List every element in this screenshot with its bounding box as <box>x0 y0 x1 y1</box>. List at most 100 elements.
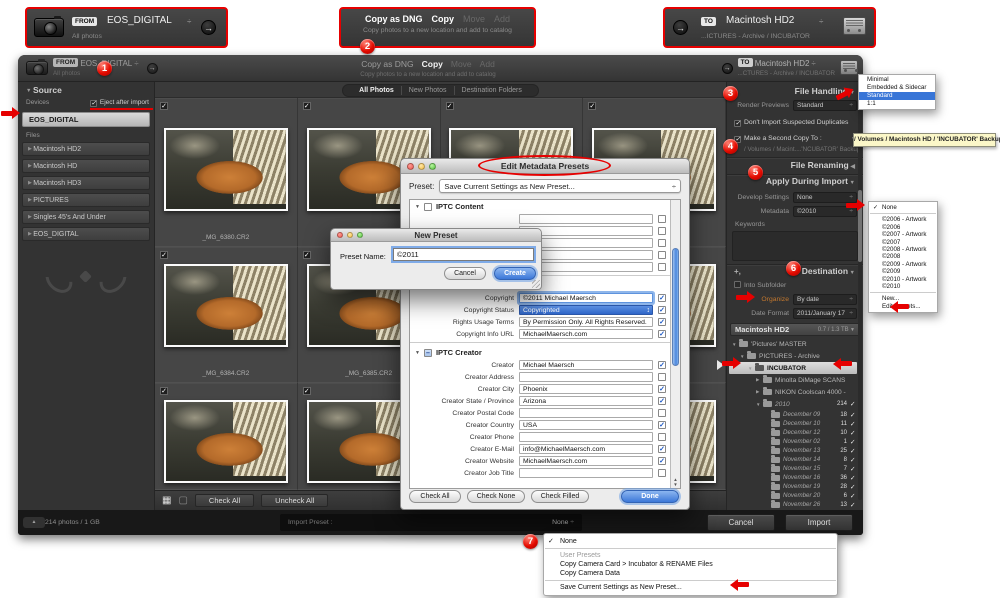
destination-folder-row[interactable]: December 12 10 <box>729 428 857 437</box>
source-panel-header[interactable]: Source <box>26 85 62 95</box>
folder-include-checkbox[interactable] <box>850 447 857 455</box>
destination-folder-row[interactable]: December 10 11 <box>729 419 857 428</box>
import-mode-option[interactable]: Copy <box>431 14 454 24</box>
menu-item[interactable]: ©2009 - Artwork <box>869 261 937 268</box>
disclosure-icon[interactable] <box>756 402 763 407</box>
zoom-icon[interactable] <box>429 163 436 170</box>
photo-include-checkbox[interactable] <box>303 102 311 110</box>
destination-folder-row[interactable]: NIKON Coolscan 4000 - ... <box>729 386 857 398</box>
field-input[interactable]: By Permission Only. All Rights Reserved. <box>519 317 653 327</box>
filter-tab[interactable]: All Photos <box>352 86 402 95</box>
menu-item[interactable]: ©2006 - Artwork <box>869 216 937 223</box>
menu-item[interactable]: ©2010 - Artwork <box>869 276 937 283</box>
field-checkbox[interactable] <box>658 409 666 417</box>
field-checkbox[interactable] <box>658 263 666 271</box>
section-checkbox[interactable] <box>424 349 432 357</box>
field-input[interactable]: Copyrighted <box>519 305 653 315</box>
photo-include-checkbox[interactable] <box>160 251 168 259</box>
top-bar-destination-group[interactable]: TO Macintosh HD2 ...CTURES - Archive / I… <box>722 58 858 77</box>
menu-item[interactable]: ©2007 <box>869 239 937 246</box>
grid-view-icon[interactable]: ▦ <box>162 495 171 507</box>
source-volume-item[interactable]: PICTURES <box>22 193 150 207</box>
destination-folder-row[interactable]: November 26 13 <box>729 500 857 509</box>
save-settings-menu-item[interactable]: Save Current Settings as New Preset... <box>544 583 837 592</box>
destination-folder-row[interactable]: November 02 1 <box>729 437 857 446</box>
destination-folder-row[interactable]: November 13 25 <box>729 446 857 455</box>
menu-item[interactable]: ©2007 - Artwork <box>869 231 937 238</box>
menu-item[interactable]: ©2006 <box>869 224 937 231</box>
destination-volume-header[interactable]: Macintosh HD2 0.7 / 1.3 TB <box>730 323 860 336</box>
field-checkbox[interactable] <box>658 215 666 223</box>
menu-item-none[interactable]: None <box>869 204 937 211</box>
field-checkbox[interactable] <box>658 227 666 235</box>
photo-include-checkbox[interactable] <box>160 102 168 110</box>
iptc-creator-section-header[interactable]: IPTC Creator <box>410 346 680 359</box>
destination-folder-row[interactable]: November 15 7 <box>729 464 857 473</box>
dont-import-duplicates-checkbox[interactable]: Don't Import Suspected Duplicates <box>734 119 858 127</box>
photo-cell[interactable]: _MG_6380.CR2 <box>155 98 298 247</box>
menu-item-none[interactable]: None <box>544 537 837 546</box>
photo-include-checkbox[interactable] <box>303 387 311 395</box>
cancel-button[interactable]: Cancel <box>707 514 775 531</box>
field-checkbox[interactable] <box>658 445 666 453</box>
field-checkbox[interactable] <box>658 239 666 247</box>
field-checkbox[interactable] <box>658 385 666 393</box>
disclosure-icon[interactable] <box>740 354 747 359</box>
source-volume-item[interactable]: Singles 45's And Under <box>22 210 150 224</box>
close-icon[interactable] <box>337 232 343 238</box>
menu-item[interactable]: ©2008 - Artwork <box>869 246 937 253</box>
disclosure-icon[interactable] <box>756 389 763 395</box>
field-checkbox[interactable] <box>658 397 666 405</box>
menu-item[interactable]: ©2009 <box>869 268 937 275</box>
filter-tab[interactable]: New Photos <box>402 86 455 95</box>
field-input[interactable] <box>519 214 653 224</box>
date-format-dropdown[interactable]: 2011/January 17 <box>793 308 857 319</box>
destination-volume-name[interactable]: Macintosh HD2 <box>726 15 794 26</box>
loupe-view-icon[interactable]: ▢ <box>178 495 187 507</box>
folder-include-checkbox[interactable] <box>850 456 857 464</box>
keywords-input[interactable] <box>732 231 858 261</box>
field-checkbox[interactable] <box>658 318 666 326</box>
import-mode-option[interactable]: Copy as DNG <box>365 14 423 24</box>
menu-item[interactable]: Copy Camera Card > Incubator & RENAME Fi… <box>544 560 837 569</box>
import-mode-option[interactable]: Move <box>451 59 472 69</box>
import-mode-option[interactable]: Add <box>480 59 495 69</box>
section-checkbox[interactable] <box>424 203 432 211</box>
import-mode-option[interactable]: Copy as DNG <box>361 59 413 69</box>
check-filled-button[interactable]: Check Filled <box>531 490 589 503</box>
folder-include-checkbox[interactable] <box>850 483 857 491</box>
disclosure-icon[interactable] <box>756 377 763 383</box>
source-device-name[interactable]: EOS_DIGITAL <box>107 15 172 26</box>
dialog-scrollbar[interactable]: ▲▼ <box>670 200 680 488</box>
destination-folder-row[interactable]: Minolta DiMage SCANS <box>729 374 857 386</box>
photo-include-checkbox[interactable] <box>446 102 454 110</box>
menu-item[interactable]: Copy Camera Data <box>544 569 837 578</box>
into-subfolder-checkbox[interactable]: Into Subfolder <box>734 281 858 289</box>
menu-item[interactable]: New... <box>869 295 937 302</box>
source-device-selected[interactable]: EOS_DIGITAL <box>22 112 150 127</box>
import-preset-dropdown[interactable]: None <box>552 519 574 526</box>
field-input[interactable]: Arizona <box>519 396 653 406</box>
import-mode-option[interactable]: Copy <box>422 59 443 69</box>
field-input[interactable]: Michael Maersch <box>519 360 653 370</box>
folder-include-checkbox[interactable] <box>850 438 857 446</box>
destination-folder-row[interactable]: November 19 28 <box>729 482 857 491</box>
field-checkbox[interactable] <box>658 469 666 477</box>
scrollbar-arrows[interactable]: ▲▼ <box>671 477 680 487</box>
photo-cell[interactable]: _MG_6384.CR2 <box>155 247 298 383</box>
destination-folder-row[interactable]: November 16 36 <box>729 473 857 482</box>
close-icon[interactable] <box>407 163 414 170</box>
photo-include-checkbox[interactable] <box>160 387 168 395</box>
second-copy-path[interactable]: / Volumes / Macint....'NCUBATOR' Backup <box>744 146 859 153</box>
create-button[interactable]: Create <box>494 267 536 280</box>
render-previews-dropdown[interactable]: Standard <box>793 100 857 111</box>
check-all-button[interactable]: Check All <box>195 494 254 507</box>
iptc-content-section-header[interactable]: IPTC Content <box>410 200 680 213</box>
menu-item[interactable]: 1:1 <box>859 100 935 108</box>
uncheck-all-button[interactable]: Uncheck All <box>261 494 328 507</box>
folder-include-checkbox[interactable] <box>850 411 857 419</box>
disclosure-icon[interactable] <box>748 366 755 371</box>
field-input[interactable]: ©2011 Michael Maersch <box>519 293 653 303</box>
field-input[interactable]: MichaelMaersch.com <box>519 456 653 466</box>
panel-scrollbar[interactable] <box>858 90 862 500</box>
